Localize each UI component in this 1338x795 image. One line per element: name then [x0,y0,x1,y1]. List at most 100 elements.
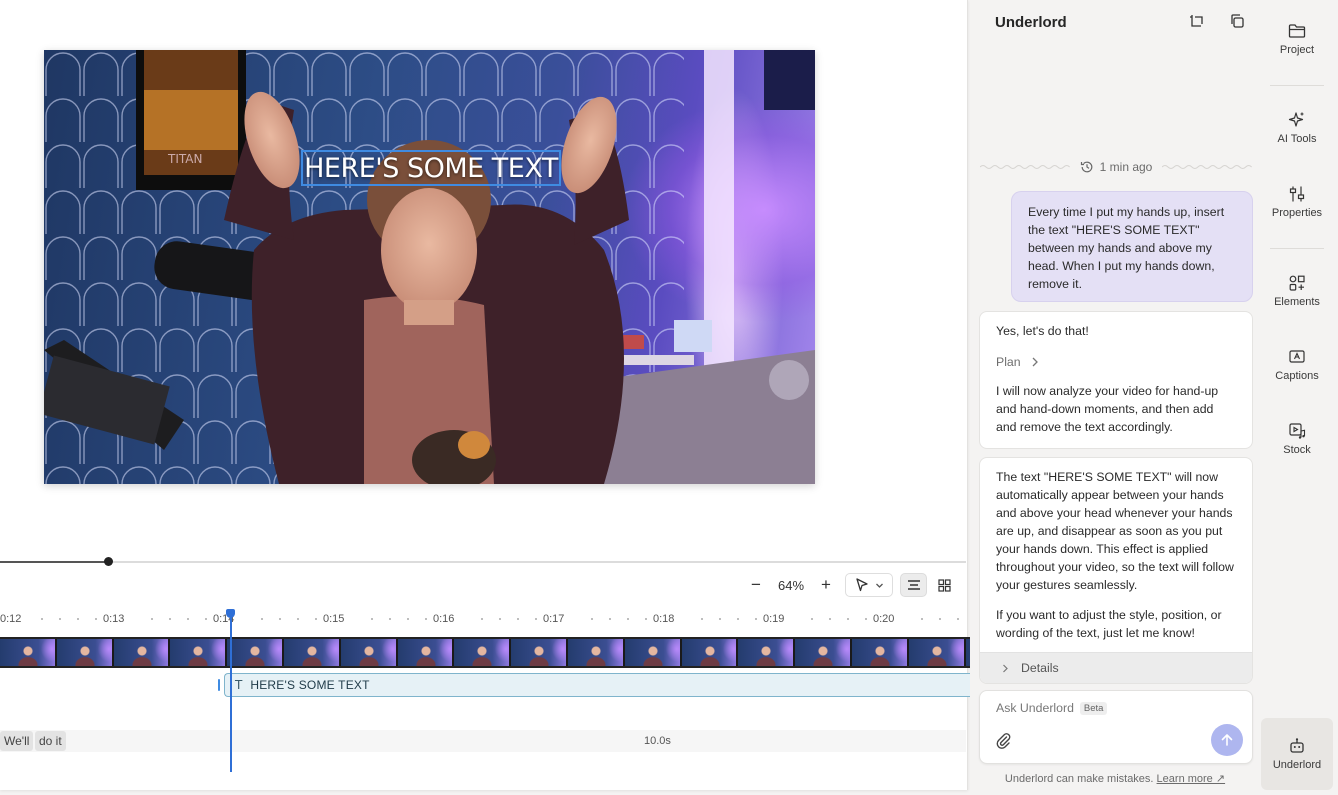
timeline-list-view-button[interactable] [900,573,927,597]
timeline-tick-mark [719,618,721,620]
timeline-tick-mark [425,618,427,620]
learn-more-link[interactable]: Learn more ↗ [1157,773,1226,785]
zoom-level[interactable]: 64% [767,573,815,597]
assistant-message: Yes, let's do that! Plan I will now anal… [979,311,1253,449]
time-ago-text: 1 min ago [1099,160,1153,174]
plan-toggle[interactable]: Plan [996,353,1236,371]
svg-text:TITAN: TITAN [167,152,202,166]
transcript-track[interactable] [0,730,966,752]
rail-item-ai-tools[interactable]: AI Tools [1260,111,1334,145]
history-icon [1080,161,1092,173]
video-preview[interactable]: TITAN HERE'S SOME TEXT [44,50,815,484]
captions-icon [1289,350,1305,363]
video-frame-illustration: TITAN [44,50,815,484]
timeline-tick-mark [169,618,171,620]
timeline-ruler[interactable]: 0:12 0:13 0:14 0:15 0:16 0:17 0:18 0:19 0:20 [0,605,966,633]
playhead-handle[interactable] [226,609,235,618]
chevron-right-icon [1003,664,1008,672]
timeline-tick-mark [205,618,207,620]
cursor-arrow-icon [855,578,868,592]
timeline-tick-mark [95,618,97,620]
history-divider: 1 min ago [980,158,1253,176]
details-toggle[interactable]: Details [980,652,1252,683]
timeline-tick-mark [41,618,43,620]
assistant-plan-body: I will now analyze your video for hand-u… [996,384,1219,434]
transcript-word[interactable]: We'll [0,731,34,751]
zoom-out-button[interactable]: − [745,573,767,597]
rail-label: AI Tools [1277,133,1317,145]
timeline-tick-mark [499,618,501,620]
app: TITAN HERE'S SOME TEXT − 64% + 0:12 0:13… [0,0,1338,795]
history-timestamp: 1 min ago [1070,160,1163,174]
ask-underlord-input[interactable]: Ask Underlord Beta [979,690,1253,764]
timeline-tick-mark [957,618,959,620]
video-track[interactable] [0,637,970,668]
text-overlay-selection[interactable]: HERE'S SOME TEXT [301,150,561,186]
rail-item-properties[interactable]: Properties [1260,185,1334,219]
timeline-tick-mark [517,618,519,620]
timeline-view-toggle [900,573,962,597]
send-button[interactable] [1211,724,1243,756]
arrow-up-icon [1221,734,1233,746]
playback-scrubber-track[interactable] [0,561,966,563]
sparkle-icon [1288,112,1304,127]
sliders-icon [1289,186,1305,202]
video-thumbnail [397,639,455,666]
details-label: Details [1021,661,1059,675]
copy-icon[interactable] [1228,12,1246,30]
paperclip-icon[interactable] [994,731,1012,749]
video-thumbnail [454,639,512,666]
grid-icon [938,578,951,592]
text-overlay[interactable]: HERE'S SOME TEXT [304,153,558,184]
transcript-word[interactable]: do it [35,731,66,751]
zoom-in-button[interactable]: + [815,573,837,597]
rail-label: Underlord [1272,759,1322,771]
timeline-tick-mark [755,618,757,620]
playback-scrubber-handle[interactable] [104,557,113,566]
text-icon: T [235,678,243,692]
shapes-icon [1289,275,1305,291]
ask-placeholder-text: Ask Underlord [996,701,1074,715]
playhead[interactable] [230,614,232,772]
rail-item-project[interactable]: Project [1260,22,1334,56]
beta-badge: Beta [1079,701,1108,715]
select-tool-dropdown[interactable] [845,573,893,597]
rail-item-captions[interactable]: Captions [1260,348,1334,382]
chevron-right-icon [1032,357,1038,367]
timeline-tick-mark [187,618,189,620]
timeline-tick-mark [865,618,867,620]
timeline-grid-view-button[interactable] [931,573,958,597]
rail-divider [1270,248,1324,249]
timeline-tick-mark [847,618,849,620]
rail-item-stock[interactable]: Stock [1260,422,1334,456]
timeline-tick-label: 0:19 [763,613,785,625]
timeline-tick-label: 0:20 [873,613,895,625]
timeline-tick-mark [297,618,299,620]
timeline-tick-label: 0:17 [543,613,565,625]
rail-label: Stock [1283,444,1311,456]
text-clip-trim-handle[interactable] [218,679,220,691]
rail-item-underlord[interactable]: Underlord [1261,718,1333,790]
video-thumbnail [340,639,398,666]
video-thumbnail [511,639,568,666]
new-chat-icon[interactable] [1188,12,1206,30]
rail-label: Project [1279,44,1315,56]
rail-label: Properties [1271,207,1323,219]
timeline-tick-mark [737,618,739,620]
text-clip[interactable]: T HERE'S SOME TEXT [224,673,970,697]
rail-item-elements[interactable]: Elements [1260,274,1334,308]
timeline-tick-label: 0:13 [103,613,125,625]
timeline-tick-mark [77,618,79,620]
rail-label: Elements [1274,296,1320,308]
timeline-tick-mark [535,618,537,620]
stock-media-icon [1289,423,1306,439]
assistant-message: The text "HERE'S SOME TEXT" will now aut… [979,457,1253,684]
editor-area: TITAN HERE'S SOME TEXT − 64% + 0:12 0:13… [0,0,970,790]
timeline-tick-mark [609,618,611,620]
timeline-tick-mark [407,618,409,620]
video-thumbnail [908,639,966,666]
text-clip-label: HERE'S SOME TEXT [250,678,370,692]
timeline-tick-mark [645,618,647,620]
timeline-tick-label: 0:15 [323,613,345,625]
ask-input-placeholder[interactable]: Ask Underlord Beta [996,701,1108,715]
